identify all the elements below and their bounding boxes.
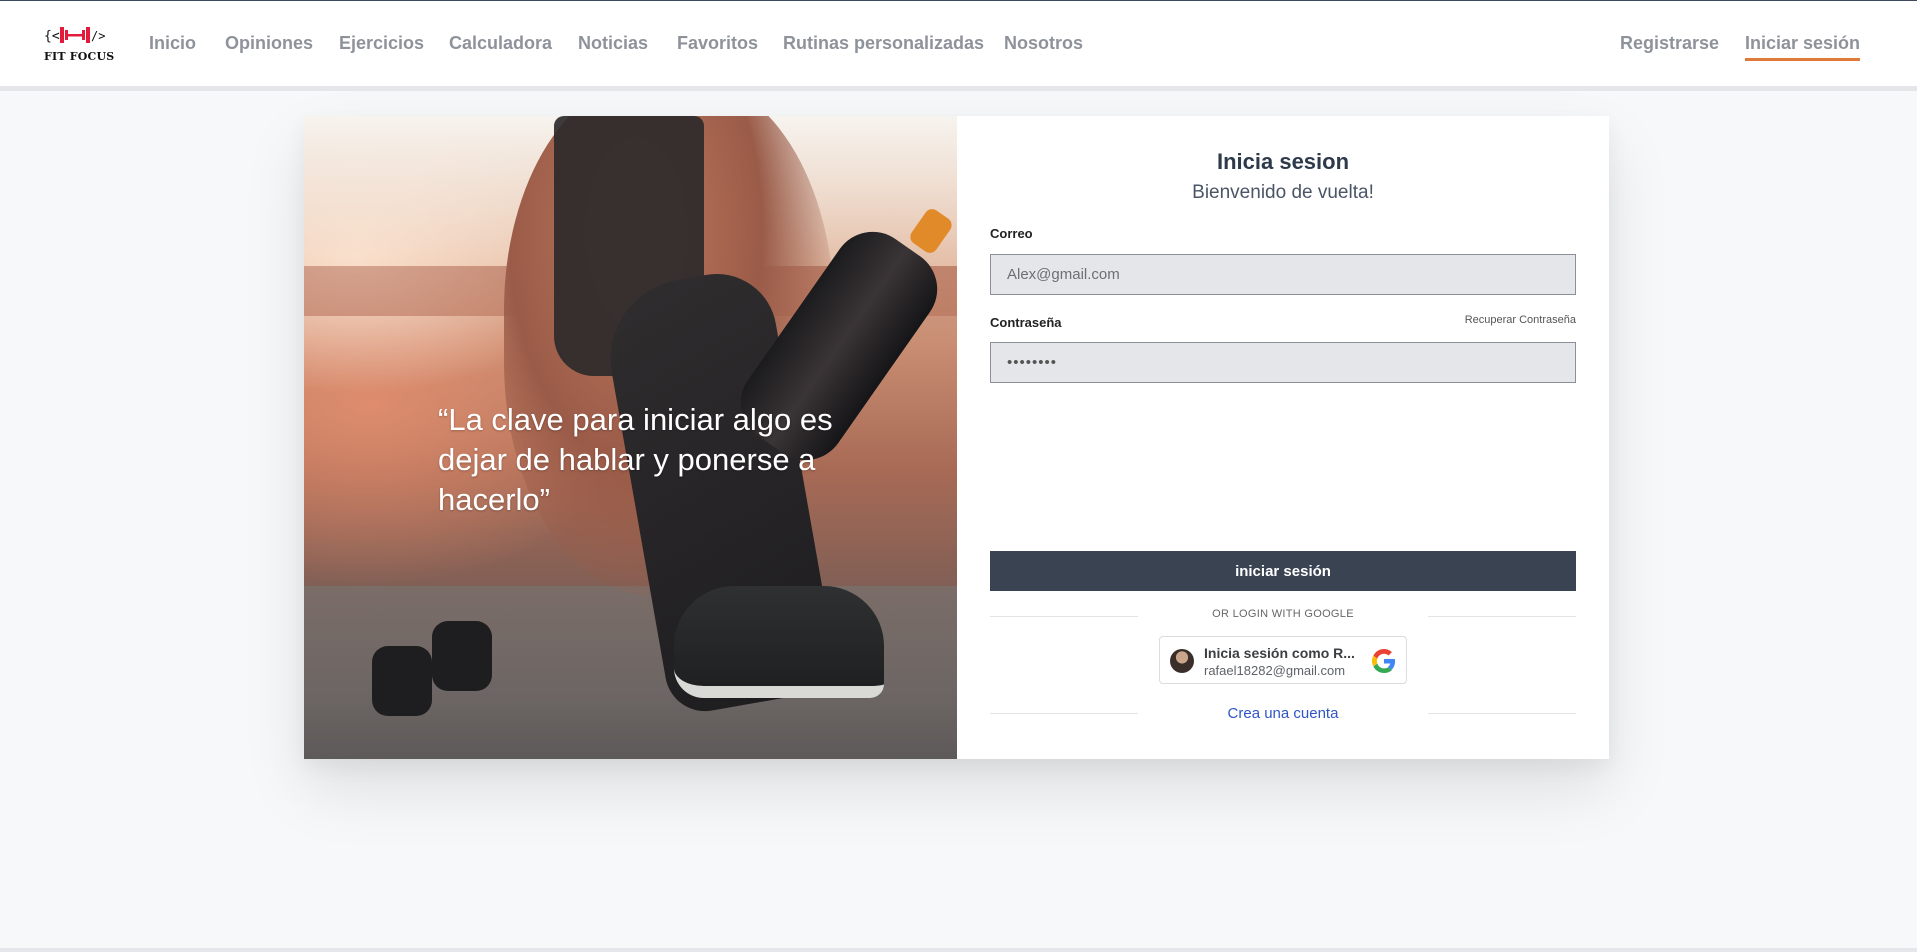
nav-register-link[interactable]: Registrarse	[1620, 33, 1719, 54]
google-account-email: rafael18282@gmail.com	[1204, 663, 1346, 678]
create-account-link[interactable]: Crea una cuenta	[957, 705, 1609, 722]
login-card: “La clave para iniciar algo es dejar de …	[304, 116, 1609, 759]
hero-dumbbell	[432, 621, 492, 691]
nav-login-link[interactable]: Iniciar sesión	[1745, 33, 1861, 61]
login-form: Inicia sesion Bienvenido de vuelta! Corr…	[957, 116, 1609, 759]
hero-sneaker	[674, 586, 884, 698]
google-divider-text: OR LOGIN WITH GOOGLE	[1212, 608, 1354, 620]
navbar: {< />} FIT FOCUS Inicio Opiniones Ejerci…	[0, 1, 1917, 91]
email-field[interactable]	[990, 254, 1576, 295]
recover-password-link[interactable]: Recuperar Contraseña	[1465, 314, 1576, 326]
svg-text:/>}: />}	[91, 29, 106, 43]
bottom-border	[0, 948, 1917, 952]
hero-quote: “La clave para iniciar algo es dejar de …	[438, 402, 833, 517]
nav-rutinas-personalizadas[interactable]: Rutinas personalizadas	[783, 33, 984, 54]
login-submit-button[interactable]: iniciar sesión	[990, 551, 1576, 591]
svg-text:{<: {<	[44, 29, 60, 44]
dumbbell-code-icon: {< />}	[44, 27, 106, 44]
google-account-name: Inicia sesión como R...	[1204, 645, 1355, 661]
nav-nosotros[interactable]: Nosotros	[1004, 33, 1083, 54]
google-g-icon	[1372, 649, 1396, 673]
nav-calculadora[interactable]: Calculadora	[449, 33, 552, 54]
avatar	[1170, 649, 1194, 673]
nav-noticias[interactable]: Noticias	[578, 33, 648, 54]
password-field[interactable]	[990, 342, 1576, 383]
hero-image: “La clave para iniciar algo es dejar de …	[304, 116, 957, 759]
logo[interactable]: {< />} FIT FOCUS	[44, 23, 115, 67]
hero-dumbbell	[372, 646, 432, 716]
form-subtitle: Bienvenido de vuelta!	[1192, 182, 1374, 203]
email-label: Correo	[990, 226, 1033, 241]
nav-ejercicios[interactable]: Ejercicios	[339, 33, 424, 54]
password-label: Contraseña	[990, 315, 1062, 330]
nav-favoritos[interactable]: Favoritos	[677, 33, 758, 54]
nav-inicio[interactable]: Inicio	[149, 33, 196, 54]
brand-name: FIT FOCUS	[44, 50, 115, 63]
nav-opiniones[interactable]: Opiniones	[225, 33, 313, 54]
form-title: Inicia sesion	[1216, 149, 1350, 174]
google-signin-button[interactable]: Inicia sesión como R... rafael18282@gmai…	[1159, 636, 1407, 684]
